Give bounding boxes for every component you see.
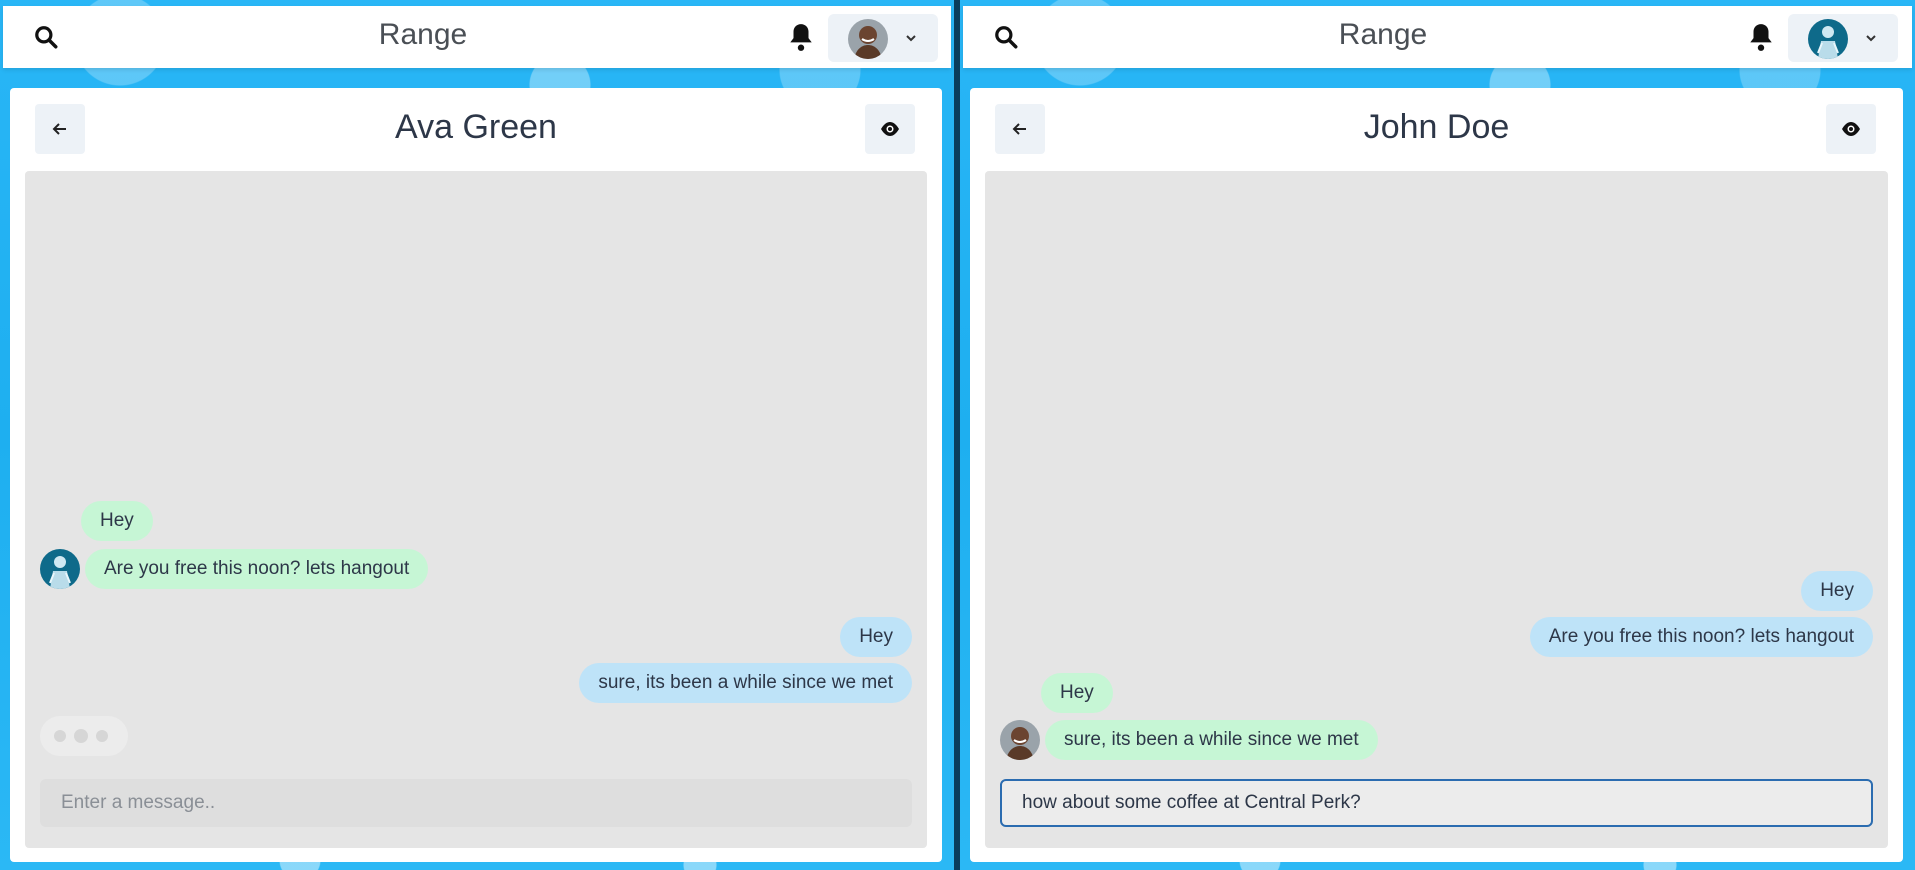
- chevron-down-icon: [904, 31, 918, 45]
- received-message: Hey: [1041, 673, 1113, 713]
- contact-avatar: [1000, 720, 1040, 760]
- received-message: Are you free this noon? lets hangout: [85, 549, 429, 589]
- sent-message: Hey: [840, 617, 912, 657]
- message-list: Hey Are you free this noon? lets hangout…: [985, 171, 1888, 848]
- chat-card: Ava Green Hey Are you free this noon? le…: [10, 88, 942, 862]
- sent-message: Are you free this noon? lets hangout: [1529, 617, 1873, 657]
- message-input[interactable]: [1000, 779, 1873, 827]
- contact-avatar: [40, 549, 80, 589]
- view-profile-button[interactable]: [865, 104, 915, 154]
- bell-icon[interactable]: [1748, 22, 1774, 52]
- chat-window-right: Range John Doe Hey Are you free this noo…: [960, 0, 1915, 870]
- message-input[interactable]: [40, 779, 912, 827]
- user-menu-button[interactable]: [828, 14, 938, 62]
- eye-icon: [1842, 122, 1860, 136]
- chat-title: John Doe: [1363, 108, 1510, 146]
- typing-indicator: [40, 716, 128, 756]
- user-avatar: [848, 19, 888, 59]
- user-avatar: [1808, 19, 1848, 59]
- chat-window-left: Range Ava Green Hey Are you free this no…: [0, 0, 954, 870]
- chat-card: John Doe Hey Are you free this noon? let…: [970, 88, 1903, 862]
- chevron-down-icon: [1864, 31, 1878, 45]
- sent-message: Hey: [1801, 571, 1873, 611]
- user-menu-button[interactable]: [1788, 14, 1898, 62]
- top-navbar: Range: [3, 6, 951, 68]
- sent-message: sure, its been a while since we met: [579, 663, 912, 703]
- top-navbar: Range: [963, 6, 1912, 68]
- app-brand: Range: [1338, 18, 1428, 51]
- message-list: Hey Are you free this noon? lets hangout…: [25, 171, 927, 848]
- received-message: Hey: [81, 501, 153, 541]
- eye-icon: [881, 122, 899, 136]
- chat-title: Ava Green: [395, 108, 557, 146]
- view-profile-button[interactable]: [1826, 104, 1876, 154]
- app-brand: Range: [378, 18, 468, 51]
- bell-icon[interactable]: [788, 22, 814, 52]
- received-message: sure, its been a while since we met: [1045, 720, 1378, 760]
